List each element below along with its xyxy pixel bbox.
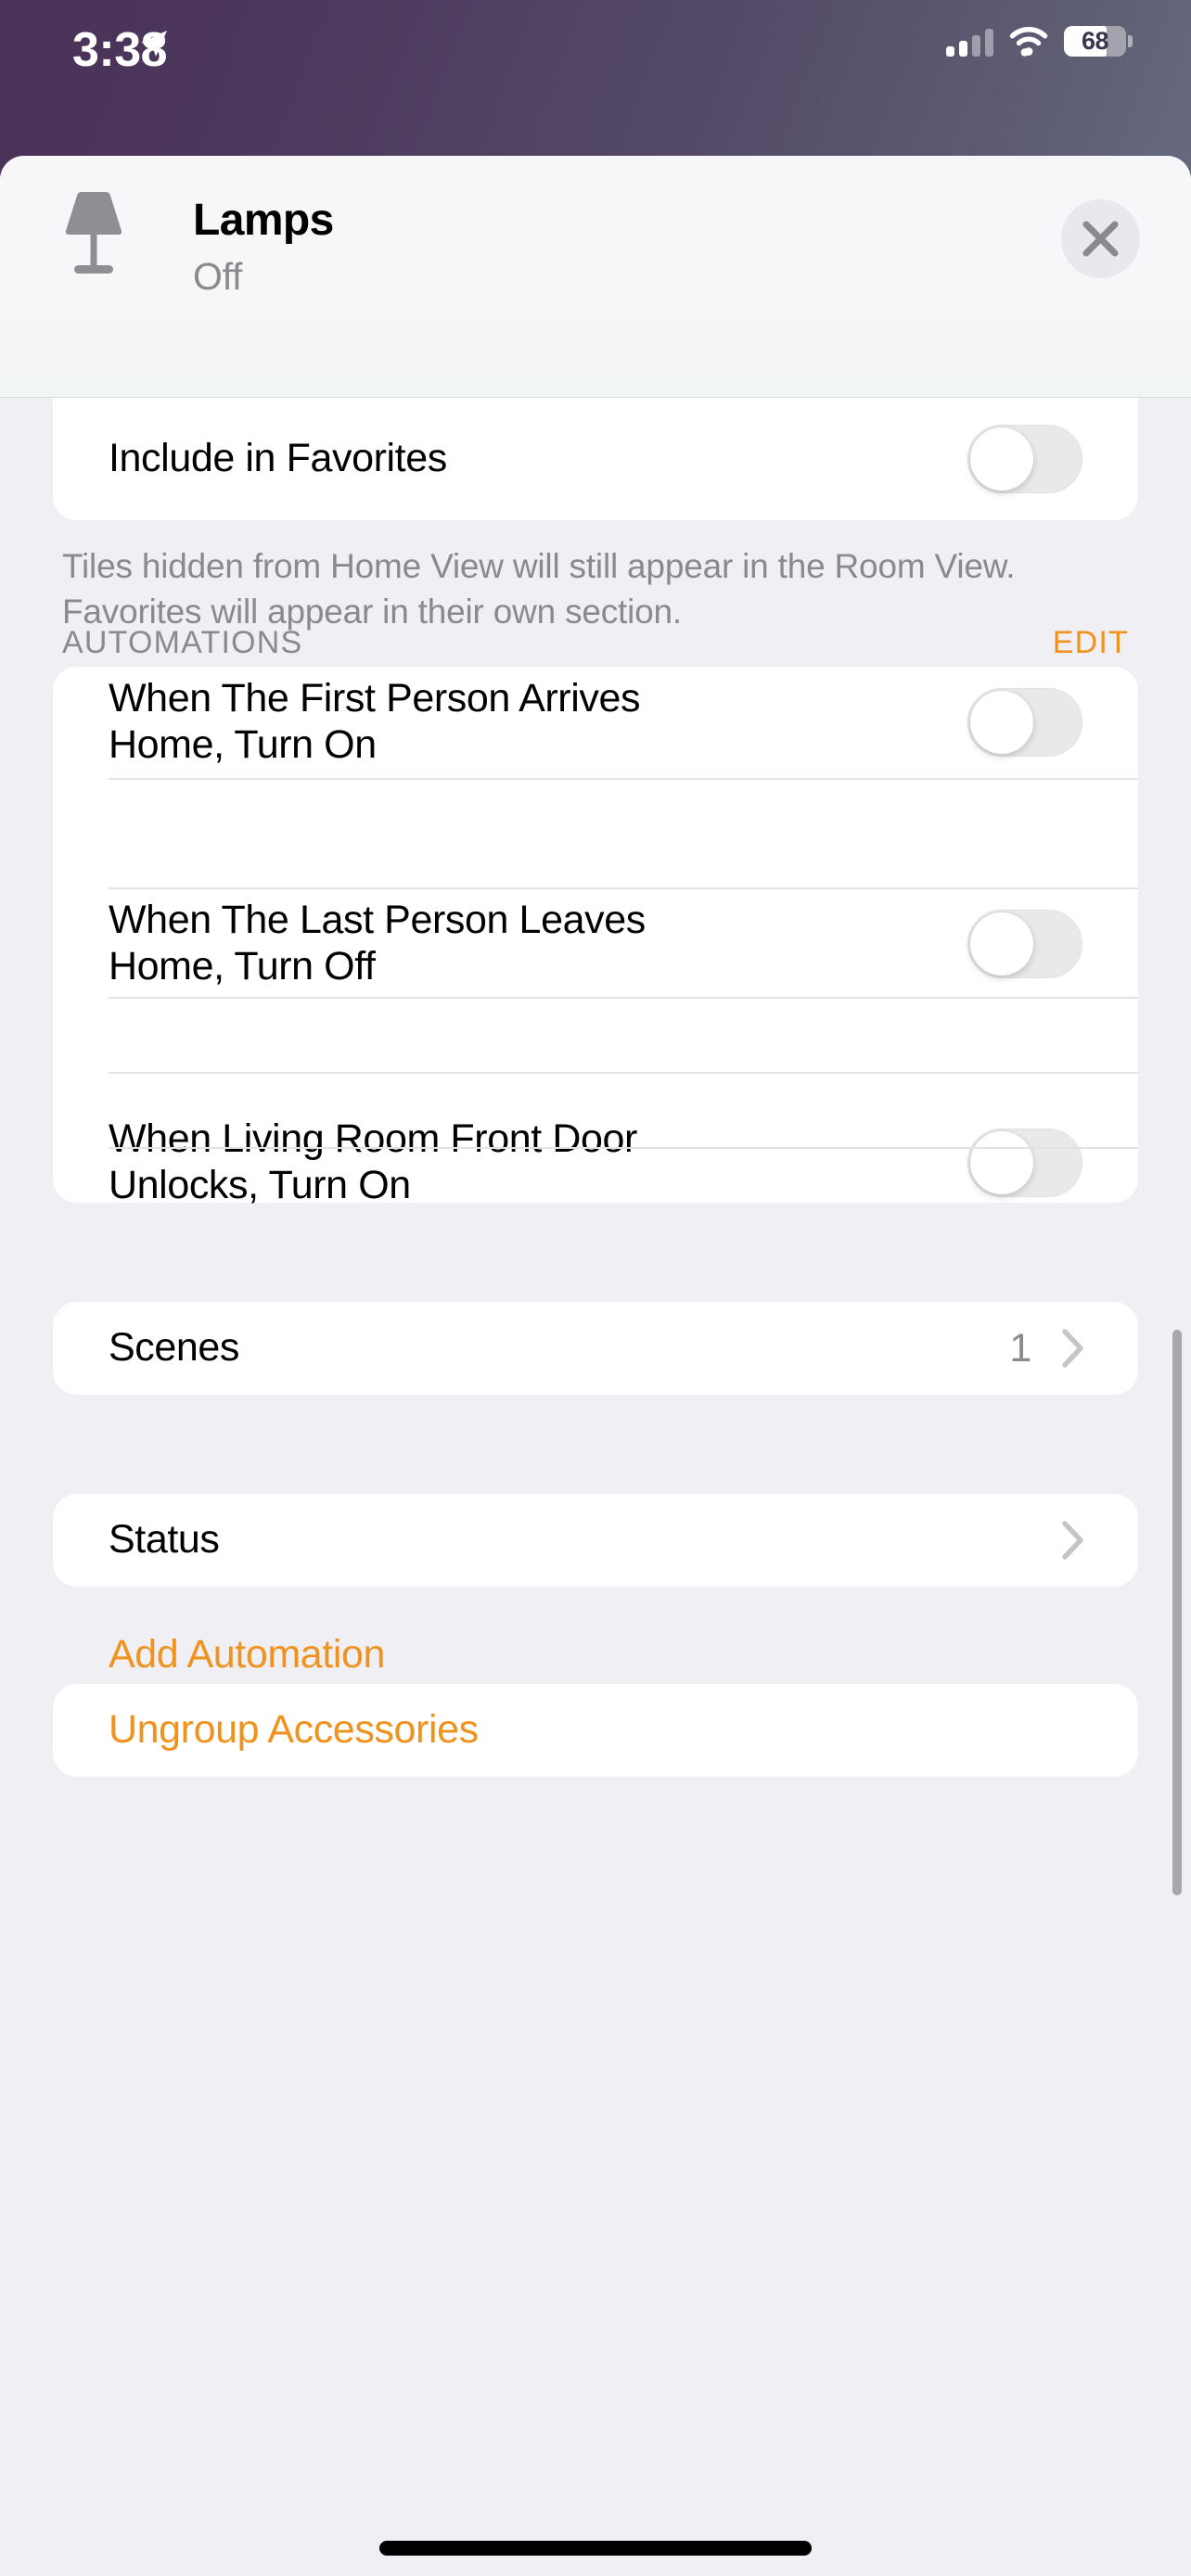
vertical-scrollbar[interactable]: [1172, 1330, 1182, 1895]
toggle-knob: [970, 1131, 1033, 1194]
include-in-favorites-toggle[interactable]: [967, 425, 1082, 493]
automation-row-leaves-home[interactable]: When The Last Person Leaves Home, Turn O…: [53, 889, 1138, 999]
home-indicator: [379, 2541, 812, 2556]
ungroup-accessories-card: Ungroup Accessories: [53, 1684, 1138, 1777]
row-divider: [109, 1147, 1138, 1149]
row-divider: [109, 1072, 1138, 1074]
add-automation-label: Add Automation: [53, 1632, 422, 1678]
include-in-favorites-row[interactable]: Include in Favorites: [53, 398, 1138, 520]
automation-label: When The Last Person Leaves Home, Turn O…: [53, 898, 758, 990]
row-divider: [109, 997, 1138, 999]
wifi-icon: [1009, 27, 1048, 57]
automations-section-title: AUTOMATIONS: [62, 625, 302, 661]
ungroup-accessories-label: Ungroup Accessories: [53, 1707, 516, 1753]
ungroup-accessories-row[interactable]: Ungroup Accessories: [53, 1684, 1138, 1777]
automation-toggle[interactable]: [967, 1129, 1082, 1197]
automation-label: When The First Person Arrives Home, Turn…: [53, 676, 758, 769]
chevron-right-icon: [1062, 1329, 1084, 1368]
chevron-right-icon: [1062, 1521, 1084, 1560]
accessory-state-label: Off: [193, 255, 242, 299]
include-in-favorites-label: Include in Favorites: [53, 436, 484, 482]
add-automation-row[interactable]: Add Automation: [53, 1627, 1138, 1683]
cellular-signal-icon: [946, 27, 993, 57]
scenes-row[interactable]: Scenes 1: [53, 1302, 1138, 1395]
edit-automations-button[interactable]: EDIT: [1053, 625, 1129, 661]
row-divider: [109, 778, 1138, 780]
sheet-header: Lamps Off: [0, 156, 1191, 398]
automation-toggle[interactable]: [967, 910, 1082, 978]
status-card: Status: [53, 1494, 1138, 1587]
automation-toggle[interactable]: [967, 688, 1082, 757]
toggle-knob: [970, 912, 1033, 976]
row-divider: [109, 887, 1138, 889]
scenes-label: Scenes: [53, 1325, 276, 1371]
automation-row-arrives-home[interactable]: When The First Person Arrives Home, Turn…: [53, 667, 1138, 778]
battery-icon: 68: [1064, 26, 1126, 57]
table-lamp-icon: [54, 186, 134, 279]
status-bar: 3:38 68: [0, 0, 1191, 111]
automation-row-front-door-unlocks[interactable]: When Living Room Front Door Unlocks, Tur…: [53, 1108, 1138, 1218]
location-arrow-icon: [137, 28, 169, 59]
battery-percent-label: 68: [1064, 26, 1126, 57]
close-icon: [1082, 221, 1119, 257]
scenes-card: Scenes 1: [53, 1302, 1138, 1395]
settings-scroll-area[interactable]: Include in Favorites Tiles hidden from H…: [0, 398, 1191, 2576]
status-label: Status: [53, 1517, 257, 1563]
toggle-knob: [970, 691, 1033, 754]
automation-label: When Living Room Front Door Unlocks, Tur…: [53, 1116, 702, 1209]
automations-card: When The First Person Arrives Home, Turn…: [53, 667, 1138, 1203]
favorites-footer-note: Tiles hidden from Home View will still a…: [62, 543, 1101, 634]
status-bar-indicators: 68: [946, 26, 1126, 57]
toggle-knob: [970, 427, 1033, 491]
scenes-count: 1: [1009, 1326, 1031, 1371]
page-title: Lamps: [193, 195, 334, 246]
favorites-card: Include in Favorites: [53, 398, 1138, 520]
close-button[interactable]: [1061, 199, 1140, 278]
status-row[interactable]: Status: [53, 1494, 1138, 1587]
accessory-detail-sheet: Lamps Off Include in Favorites Tiles hid…: [0, 156, 1191, 2576]
